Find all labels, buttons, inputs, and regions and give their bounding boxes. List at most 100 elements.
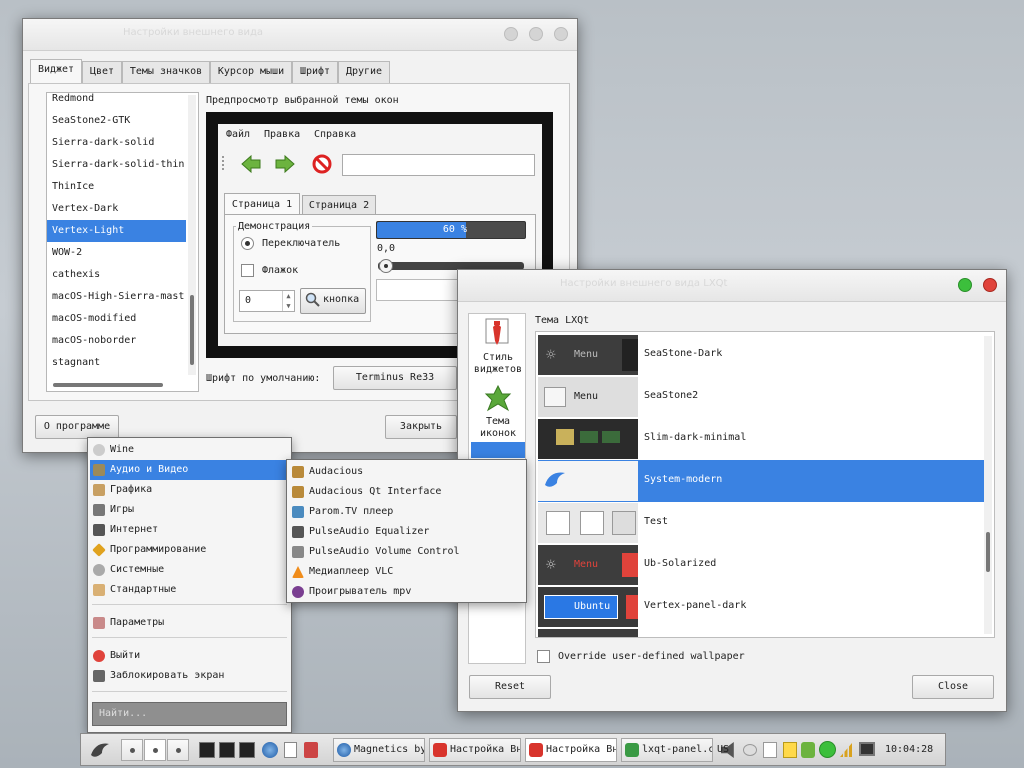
task-label: Настройка Вн: [450, 744, 521, 755]
minimize-button[interactable]: [504, 27, 518, 41]
tab-mouse-cursor[interactable]: Курсор мыши: [210, 61, 292, 83]
menu-item-lock-screen[interactable]: Заблокировать экран: [90, 666, 289, 686]
terminal-launcher-icon[interactable]: [199, 742, 215, 758]
list-item[interactable]: macOS-High-Sierra-mast: [47, 286, 186, 308]
submenu-item[interactable]: Проигрыватель mpv: [289, 582, 524, 602]
taskbar-task[interactable]: Magnetics by: [333, 738, 425, 762]
reset-button-label: Reset: [494, 681, 526, 692]
scroll-thumb[interactable]: [986, 532, 990, 572]
list-vertical-scrollbar[interactable]: [188, 95, 196, 375]
submenu-item[interactable]: Parom.TV плеер: [289, 502, 524, 522]
about-button[interactable]: О программе: [35, 415, 119, 439]
maximize-button[interactable]: [529, 27, 543, 41]
list-item[interactable]: stagnant: [47, 352, 186, 374]
default-font-button[interactable]: Terminus Re33: [333, 366, 457, 390]
list-item[interactable]: SeaStone2-GTK: [47, 110, 186, 132]
menu-item-games[interactable]: Игры: [90, 500, 289, 520]
submenu-item[interactable]: Audacious: [289, 462, 524, 482]
menu-separator: [92, 604, 287, 605]
gtk-titlebar[interactable]: Настройки внешнего вида: [23, 19, 577, 51]
status-green-icon[interactable]: [819, 741, 836, 758]
theme-row[interactable]: [538, 628, 984, 637]
list-item[interactable]: macOS-modified: [47, 308, 186, 330]
tab-other[interactable]: Другие: [338, 61, 390, 83]
network-status-icon[interactable]: [801, 742, 815, 758]
taskbar-task[interactable]: lxqt-panel.c: [621, 738, 713, 762]
submenu-item[interactable]: PulseAudio Equalizer: [289, 522, 524, 542]
list-item[interactable]: WOW-2: [47, 242, 186, 264]
signal-bars-icon[interactable]: [840, 743, 852, 757]
terminal-launcher-icon[interactable]: [219, 742, 235, 758]
browser-globe-icon[interactable]: [262, 742, 278, 758]
theme-row[interactable]: Ubuntu Vertex-panel-dark: [538, 586, 984, 628]
theme-row-selected[interactable]: System-modern: [538, 460, 984, 502]
widget-style-icon: [485, 318, 509, 345]
gtk-theme-list[interactable]: Redmond SeaStone2-GTK Sierra-dark-solid …: [46, 92, 199, 392]
list-item[interactable]: Redmond: [47, 93, 186, 110]
back-arrow-icon: [241, 154, 261, 174]
parom-tv-icon: [292, 506, 304, 518]
desktop-switch-1[interactable]: [121, 739, 143, 761]
tab-color[interactable]: Цвет: [82, 61, 122, 83]
theme-list-scrollbar[interactable]: [984, 336, 992, 634]
menu-item-label: Audacious Qt Interface: [309, 486, 442, 497]
menu-item-system[interactable]: Системные: [90, 560, 289, 580]
text-editor-icon[interactable]: [284, 742, 297, 758]
menu-item-accessories[interactable]: Стандартные: [90, 580, 289, 600]
lxqt-close-button[interactable]: Close: [912, 675, 994, 699]
screenshot-tool-icon[interactable]: [304, 742, 318, 758]
sticky-note-icon[interactable]: [783, 742, 797, 758]
maximize-button[interactable]: [958, 278, 972, 292]
keyboard-layout-indicator[interactable]: US: [717, 744, 729, 755]
override-wallpaper-checkbox[interactable]: [537, 650, 550, 663]
menu-separator: [92, 691, 287, 692]
tab-widget[interactable]: Виджет: [30, 59, 82, 83]
clock[interactable]: 10:04:28: [885, 744, 933, 755]
menu-item-programming[interactable]: Программирование: [90, 540, 289, 560]
lock-icon: [93, 670, 105, 682]
list-horizontal-scrollbar[interactable]: [53, 383, 163, 387]
list-item[interactable]: ThinIce: [47, 176, 186, 198]
theme-row[interactable]: Menu SeaStone2: [538, 376, 984, 418]
menu-item-graphics[interactable]: Графика: [90, 480, 289, 500]
theme-row[interactable]: ☼ Menu Ub-Solarized: [538, 544, 984, 586]
menu-item-audio-video[interactable]: Аудио и Видео: [90, 460, 289, 480]
taskbar-task[interactable]: Настройка Вн: [429, 738, 521, 762]
lxqt-theme-list[interactable]: ☼ Menu SeaStone-Dark Menu SeaStone2 Slim-…: [535, 331, 995, 638]
desktop-switch-2[interactable]: [144, 739, 166, 761]
menu-item-internet[interactable]: Интернет: [90, 520, 289, 540]
list-item[interactable]: Sierra-dark-solid-thin: [47, 154, 186, 176]
close-button[interactable]: [554, 27, 568, 41]
sidebar-item-lxqt-theme[interactable]: [471, 442, 525, 458]
list-item[interactable]: Sierra-dark-solid: [47, 132, 186, 154]
tab-icon-themes[interactable]: Темы значков: [122, 61, 210, 83]
theme-row[interactable]: ☼ Menu SeaStone-Dark: [538, 334, 984, 376]
start-menu-bird-icon[interactable]: [89, 739, 111, 761]
submenu-item[interactable]: Медиаплеер VLC: [289, 562, 524, 582]
menu-item-settings[interactable]: Параметры: [90, 613, 289, 633]
lxqt-titlebar[interactable]: Настройки внешнего вида LXQt: [458, 270, 1006, 302]
theme-row[interactable]: Test: [538, 502, 984, 544]
reset-button[interactable]: Reset: [469, 675, 551, 699]
vlc-cone-icon: [292, 566, 304, 578]
theme-row[interactable]: Slim-dark-minimal: [538, 418, 984, 460]
menu-search-input[interactable]: Найти...: [92, 702, 287, 726]
scroll-thumb[interactable]: [190, 295, 194, 365]
submenu-item[interactable]: PulseAudio Volume Control: [289, 542, 524, 562]
clipboard-icon[interactable]: [743, 744, 757, 756]
menu-item-wine[interactable]: Wine: [90, 440, 289, 460]
gtk-close-button[interactable]: Закрыть: [385, 415, 457, 439]
terminal-launcher-icon[interactable]: [239, 742, 255, 758]
taskbar-task-active[interactable]: Настройка Вн: [525, 738, 617, 762]
list-item[interactable]: Vertex-Dark: [47, 198, 186, 220]
menu-item-logout[interactable]: Выйти: [90, 646, 289, 666]
tab-font[interactable]: Шрифт: [292, 61, 338, 83]
close-button[interactable]: [983, 278, 997, 292]
submenu-item[interactable]: Audacious Qt Interface: [289, 482, 524, 502]
monitor-icon[interactable]: [859, 742, 875, 756]
notes-icon[interactable]: [763, 742, 777, 758]
desktop-switch-3[interactable]: [167, 739, 189, 761]
list-item-selected[interactable]: Vertex-Light: [47, 220, 186, 242]
list-item[interactable]: macOS-noborder: [47, 330, 186, 352]
list-item[interactable]: cathexis: [47, 264, 186, 286]
